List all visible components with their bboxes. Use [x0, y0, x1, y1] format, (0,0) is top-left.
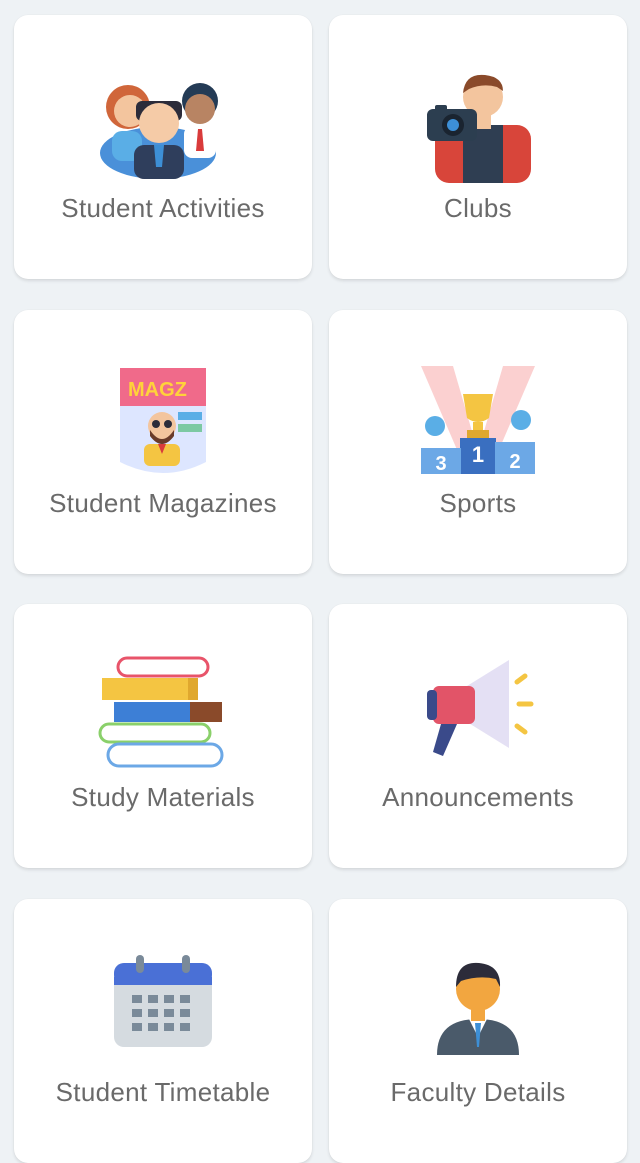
magazine-title-text: MAGZ — [128, 379, 187, 401]
megaphone-icon — [413, 656, 543, 774]
card-label: Student Timetable — [55, 1077, 271, 1107]
card-faculty-details[interactable]: Faculty Details — [329, 899, 627, 1163]
second-place-label: 2 — [509, 451, 520, 473]
card-announcements[interactable]: Announcements — [329, 604, 627, 868]
card-student-magazines[interactable]: MAGZ Student Magazines — [14, 310, 312, 574]
card-label: Student Activities — [61, 193, 265, 223]
calendar-icon — [98, 951, 228, 1069]
magazine-icon: MAGZ — [98, 362, 228, 480]
trophy-podium-icon: 1 2 3 — [413, 362, 543, 480]
card-student-activities[interactable]: Student Activities — [14, 15, 312, 279]
card-label: Clubs — [444, 193, 512, 223]
card-study-materials[interactable]: Study Materials — [14, 604, 312, 868]
books-stack-icon — [98, 656, 228, 774]
card-sports[interactable]: 1 2 3 Sports — [329, 310, 627, 574]
card-label: Faculty Details — [390, 1077, 566, 1107]
card-label: Student Magazines — [49, 488, 277, 518]
photographer-icon — [413, 67, 543, 185]
card-label: Sports — [439, 488, 517, 518]
card-student-timetable[interactable]: Student Timetable — [14, 899, 312, 1163]
card-label: Study Materials — [71, 782, 255, 812]
card-clubs[interactable]: Clubs — [329, 15, 627, 279]
faculty-person-icon — [413, 951, 543, 1069]
first-place-label: 1 — [472, 442, 484, 467]
card-label: Announcements — [382, 782, 574, 812]
third-place-label: 3 — [435, 453, 446, 475]
student-group-icon — [98, 67, 228, 185]
